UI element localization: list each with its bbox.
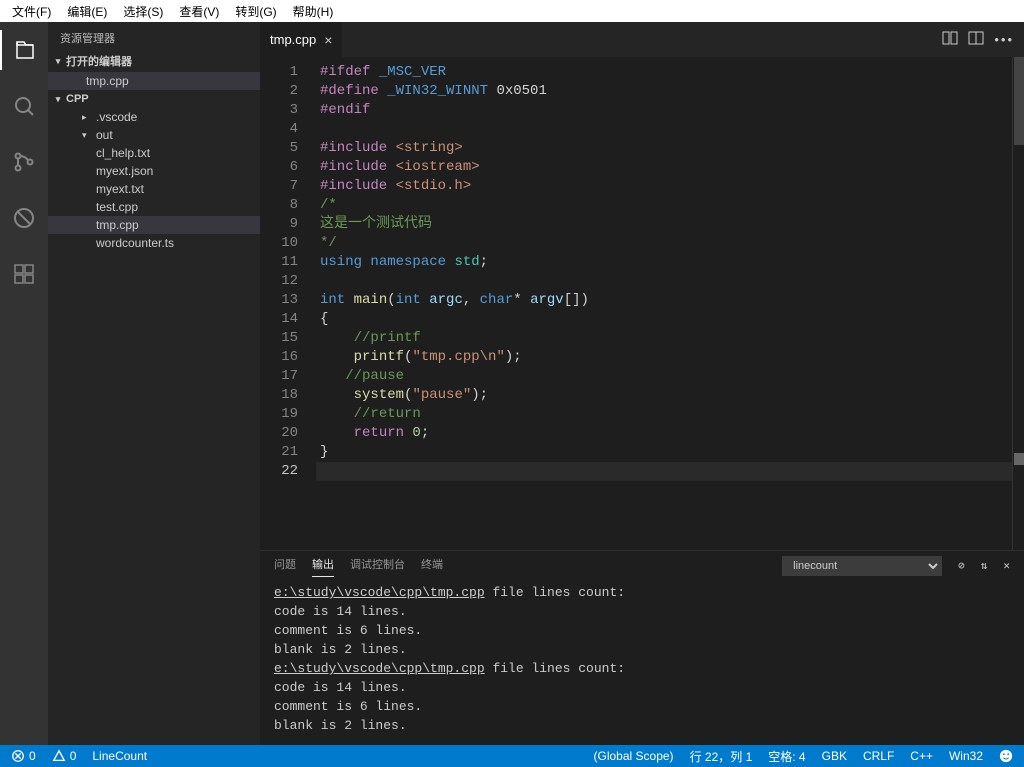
panel-tab[interactable]: 调试控制台 <box>350 556 405 576</box>
extensions-icon[interactable] <box>0 254 48 294</box>
status-bar: 0 0 LineCount (Global Scope) 行 22，列 1 空格… <box>0 745 1024 767</box>
status-linecount[interactable]: LineCount <box>89 749 150 763</box>
menu-item[interactable]: 编辑(E) <box>59 1 115 22</box>
open-editor-item[interactable]: tmp.cpp <box>48 72 260 90</box>
sidebar-explorer: 资源管理器 ▾打开的编辑器 tmp.cpp ▾CPP ▸.vscode▾outc… <box>48 22 260 745</box>
tree-file[interactable]: tmp.cpp <box>48 216 260 234</box>
panel-tab[interactable]: 输出 <box>312 556 334 577</box>
panel-tabs: 问题输出调试控制台终端 linecount ⊘ ⇅ ✕ <box>260 551 1024 581</box>
status-indent[interactable]: 空格: 4 <box>765 748 808 765</box>
tab-label: tmp.cpp <box>270 32 316 47</box>
close-icon[interactable]: × <box>324 32 332 48</box>
tree-file[interactable]: cl_help.txt <box>48 144 260 162</box>
compare-icon[interactable] <box>942 30 958 49</box>
output-channel-select[interactable]: linecount <box>782 556 942 576</box>
folder-root-header[interactable]: ▾CPP <box>48 90 260 108</box>
search-icon[interactable] <box>0 86 48 126</box>
status-warnings[interactable]: 0 <box>49 749 80 763</box>
chevron-down-icon: ▾ <box>52 94 64 105</box>
more-icon[interactable]: ••• <box>994 32 1014 47</box>
clear-output-icon[interactable]: ⊘ <box>958 559 965 573</box>
tree-file[interactable]: test.cpp <box>48 198 260 216</box>
chevron-down-icon: ▾ <box>82 130 92 141</box>
chevron-down-icon: ▾ <box>52 56 64 67</box>
output-content[interactable]: e:\study\vscode\cpp\tmp.cpp file lines c… <box>260 581 1024 745</box>
activity-bar <box>0 22 48 745</box>
status-encoding[interactable]: GBK <box>819 749 850 763</box>
status-feedback-icon[interactable] <box>996 749 1016 763</box>
tree-folder[interactable]: ▾out <box>48 126 260 144</box>
panel-tab[interactable]: 终端 <box>421 556 443 576</box>
chevron-right-icon: ▸ <box>82 112 92 123</box>
open-editors-header[interactable]: ▾打开的编辑器 <box>48 50 260 72</box>
menu-item[interactable]: 帮助(H) <box>285 1 342 22</box>
sidebar-title: 资源管理器 <box>48 22 260 50</box>
split-editor-icon[interactable] <box>968 30 984 49</box>
bottom-panel: 问题输出调试控制台终端 linecount ⊘ ⇅ ✕ e:\study\vsc… <box>260 550 1024 745</box>
explorer-icon[interactable] <box>0 30 48 70</box>
tree-file[interactable]: wordcounter.ts <box>48 234 260 252</box>
tree-file[interactable]: myext.json <box>48 162 260 180</box>
status-cursor[interactable]: 行 22，列 1 <box>687 748 756 765</box>
status-eol[interactable]: CRLF <box>860 749 897 763</box>
tab-tmp-cpp[interactable]: tmp.cpp × <box>260 22 343 57</box>
close-panel-icon[interactable]: ✕ <box>1003 559 1010 573</box>
menu-item[interactable]: 查看(V) <box>171 1 227 22</box>
line-gutter: 12345678910111213141516171819202122 <box>260 57 316 550</box>
menu-item[interactable]: 转到(G) <box>227 1 284 22</box>
tree-folder[interactable]: ▸.vscode <box>48 108 260 126</box>
lock-scroll-icon[interactable]: ⇅ <box>981 559 988 573</box>
tree-file[interactable]: myext.txt <box>48 180 260 198</box>
editor-tabs: tmp.cpp × ••• <box>260 22 1024 57</box>
source-control-icon[interactable] <box>0 142 48 182</box>
status-config[interactable]: Win32 <box>946 749 986 763</box>
status-scope[interactable]: (Global Scope) <box>591 749 677 763</box>
minimap[interactable] <box>1012 57 1024 550</box>
code-editor[interactable]: 12345678910111213141516171819202122 #ifd… <box>260 57 1024 550</box>
menubar[interactable]: 文件(F)编辑(E)选择(S)查看(V)转到(G)帮助(H) <box>0 0 1024 22</box>
status-errors[interactable]: 0 <box>8 749 39 763</box>
debug-icon[interactable] <box>0 198 48 238</box>
menu-item[interactable]: 选择(S) <box>115 1 171 22</box>
panel-tab[interactable]: 问题 <box>274 556 296 576</box>
status-language[interactable]: C++ <box>907 749 936 763</box>
menu-item[interactable]: 文件(F) <box>4 1 59 22</box>
